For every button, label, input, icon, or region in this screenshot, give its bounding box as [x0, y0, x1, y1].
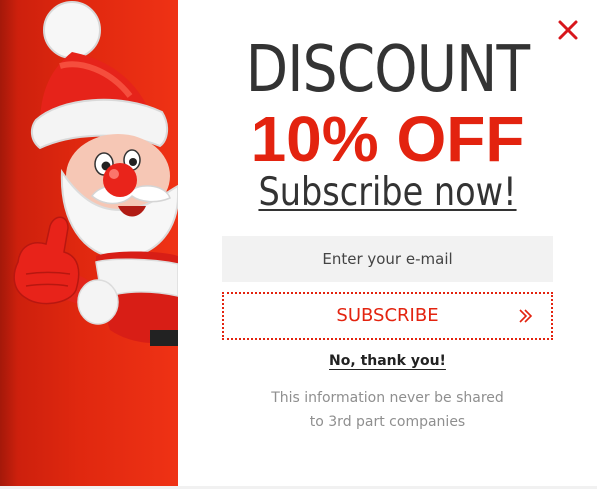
- privacy-disclaimer: This information never be shared to 3rd …: [178, 386, 597, 434]
- subscribe-button[interactable]: SUBSCRIBE: [222, 292, 553, 340]
- popup-content: DISCOUNT 10% OFF Subscribe now! SUBSCRIB…: [178, 0, 597, 489]
- subscribe-heading-text: Subscribe now!: [258, 170, 517, 215]
- decline-link[interactable]: No, thank you!: [178, 350, 597, 372]
- santa-side-panel: [0, 0, 178, 489]
- double-chevron-right-icon: [519, 309, 533, 323]
- disclaimer-line-2: to 3rd part companies: [309, 414, 466, 430]
- discount-headline: DISCOUNT: [245, 33, 530, 107]
- subscribe-heading: Subscribe now!: [207, 167, 567, 219]
- disclaimer-line-1: This information never be shared: [271, 390, 504, 406]
- decline-link-label: No, thank you!: [329, 353, 446, 369]
- subscribe-button-label: SUBSCRIBE: [336, 305, 439, 326]
- email-input[interactable]: [222, 236, 553, 282]
- offer-text: 10% OFF: [250, 103, 525, 175]
- discount-popup: DISCOUNT 10% OFF Subscribe now! SUBSCRIB…: [0, 0, 597, 489]
- santa-claus-illustration: [13, 1, 178, 346]
